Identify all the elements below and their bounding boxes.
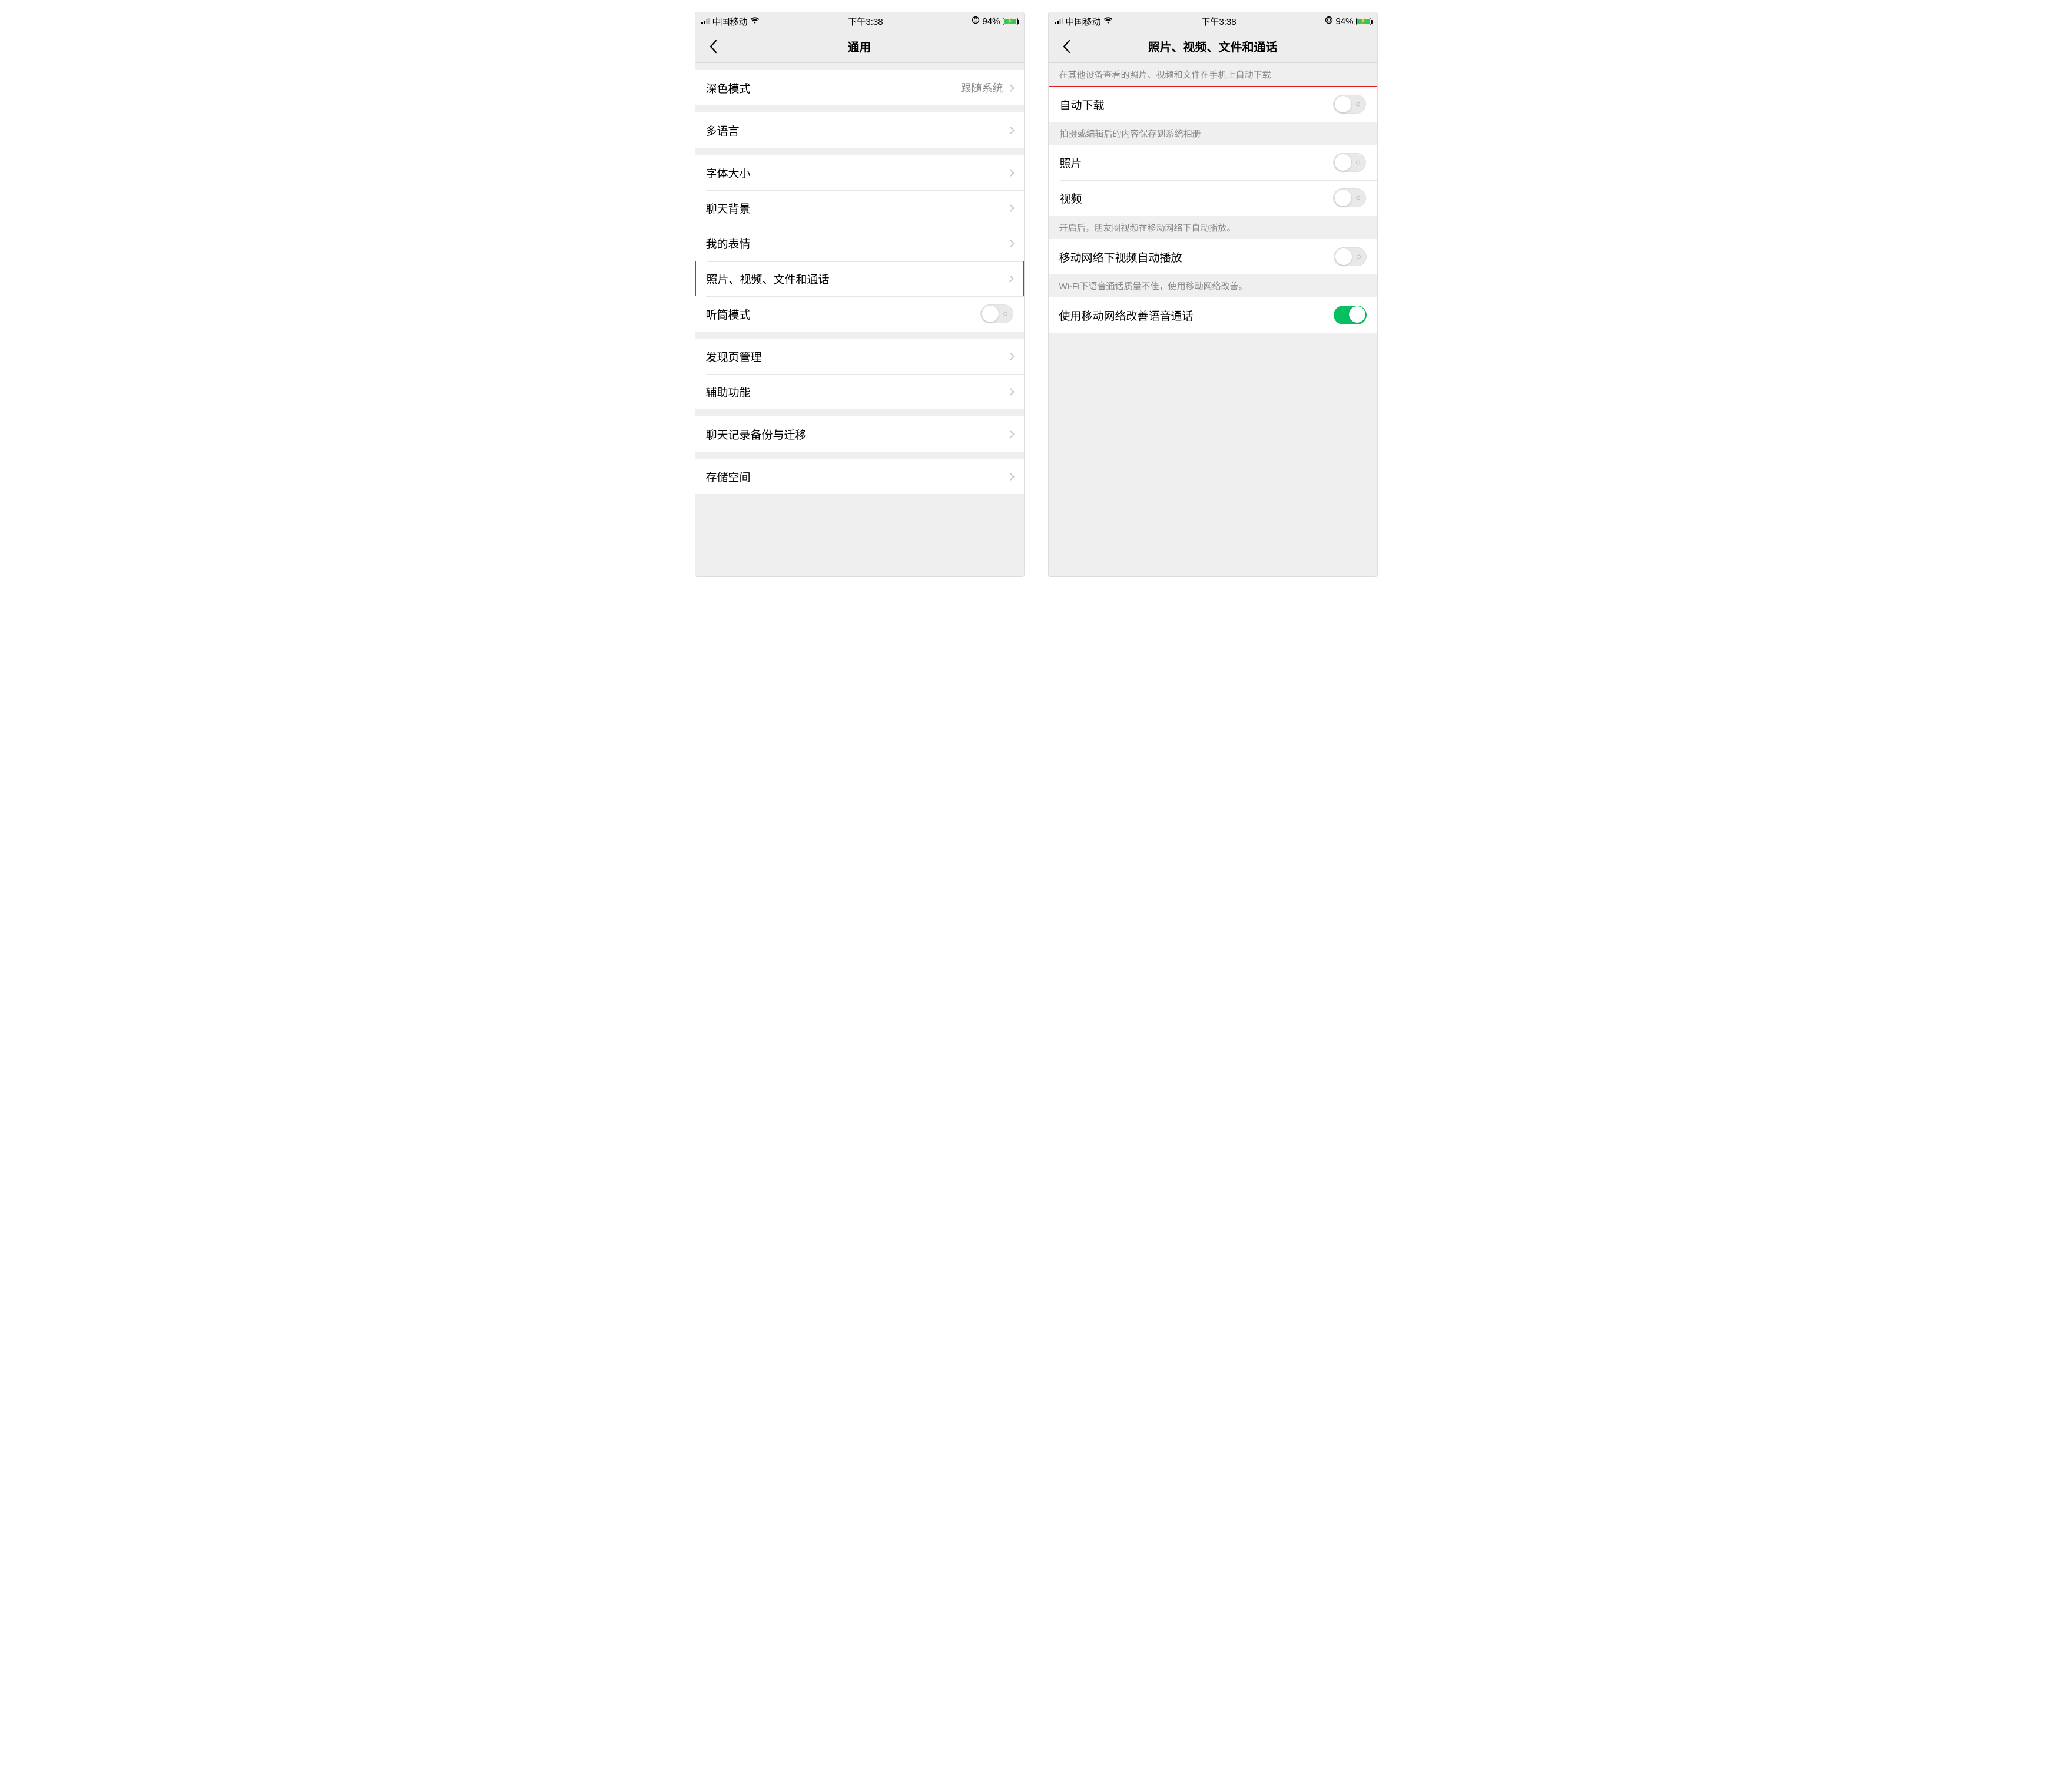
status-left: 中国移动 xyxy=(1055,15,1113,28)
battery-percent: 94% xyxy=(1335,16,1353,26)
section-hint-save-to-album: 拍摄或编辑后的内容保存到系统相册 xyxy=(1049,122,1377,145)
save-videos-toggle[interactable] xyxy=(1333,188,1366,207)
orientation-lock-icon xyxy=(1325,16,1333,26)
wifi-icon xyxy=(1103,16,1113,26)
row-autoplay-cellular[interactable]: 移动网络下视频自动播放 xyxy=(1049,239,1377,274)
row-label: 辅助功能 xyxy=(706,384,751,400)
save-photos-toggle[interactable] xyxy=(1333,153,1366,172)
nav-bar: 通用 xyxy=(695,30,1024,63)
phone-screen-general: 中国移动 下午3:38 94% ⚡ 通用 深色模式 跟随系统 xyxy=(695,12,1025,577)
chevron-right-icon xyxy=(1007,473,1015,481)
battery-icon: ⚡ xyxy=(1356,18,1371,25)
earpiece-toggle[interactable] xyxy=(980,304,1013,323)
row-dark-mode[interactable]: 深色模式 跟随系统 xyxy=(695,70,1024,105)
chevron-right-icon xyxy=(1007,388,1015,396)
phone-screen-media-settings: 中国移动 下午3:38 94% ⚡ 照片、视频、文件和通话 在其他设备查看的照片… xyxy=(1048,12,1378,577)
status-time: 下午3:38 xyxy=(1201,15,1236,28)
signal-icon xyxy=(1055,18,1063,24)
row-label: 视频 xyxy=(1060,190,1082,206)
back-button[interactable] xyxy=(1055,35,1078,58)
highlighted-group: 自动下载 拍摄或编辑后的内容保存到系统相册 照片 视频 xyxy=(1049,86,1377,216)
chevron-right-icon xyxy=(1007,204,1015,212)
status-right: 94% ⚡ xyxy=(1325,16,1371,26)
row-my-stickers[interactable]: 我的表情 xyxy=(695,226,1024,261)
row-save-photos[interactable]: 照片 xyxy=(1049,145,1377,180)
back-button[interactable] xyxy=(701,35,725,58)
row-font-size[interactable]: 字体大小 xyxy=(695,155,1024,190)
signal-icon xyxy=(701,18,710,24)
row-label: 聊天背景 xyxy=(706,200,751,216)
row-label: 使用移动网络改善语音通话 xyxy=(1059,307,1194,323)
improve-voice-toggle[interactable] xyxy=(1334,306,1367,324)
row-label: 字体大小 xyxy=(706,165,751,181)
orientation-lock-icon xyxy=(972,16,980,26)
battery-percent: 94% xyxy=(982,16,1000,26)
row-label: 听筒模式 xyxy=(706,306,751,322)
autoplay-toggle[interactable] xyxy=(1334,247,1367,266)
row-save-videos[interactable]: 视频 xyxy=(1049,180,1377,216)
chevron-right-icon xyxy=(1007,240,1015,247)
section-hint-auto-download: 在其他设备查看的照片、视频和文件在手机上自动下载 xyxy=(1049,63,1377,86)
chevron-right-icon xyxy=(1006,275,1014,283)
section-hint-wifi-voice: Wi-Fi下语音通话质量不佳，使用移动网络改善。 xyxy=(1049,274,1377,297)
row-label: 发现页管理 xyxy=(706,349,762,365)
row-label: 自动下载 xyxy=(1060,97,1105,112)
section-hint-autoplay: 开启后，朋友圈视频在移动网络下自动播放。 xyxy=(1049,216,1377,239)
row-accessibility[interactable]: 辅助功能 xyxy=(695,374,1024,409)
status-time: 下午3:38 xyxy=(848,15,883,28)
carrier-label: 中国移动 xyxy=(712,15,748,28)
chevron-right-icon xyxy=(1007,169,1015,177)
settings-list: 深色模式 跟随系统 多语言 字体大小 聊天背景 我的表情 照片、视频、文件和通话 xyxy=(695,63,1024,576)
row-label: 深色模式 xyxy=(706,80,751,96)
row-storage[interactable]: 存储空间 xyxy=(695,459,1024,494)
row-auto-download[interactable]: 自动下载 xyxy=(1049,87,1377,122)
status-right: 94% ⚡ xyxy=(972,16,1017,26)
status-bar: 中国移动 下午3:38 94% ⚡ xyxy=(1049,12,1377,30)
row-discover-manage[interactable]: 发现页管理 xyxy=(695,339,1024,374)
chevron-right-icon xyxy=(1007,127,1015,134)
battery-icon: ⚡ xyxy=(1003,18,1018,25)
chevron-right-icon xyxy=(1007,84,1015,92)
row-label: 照片 xyxy=(1060,155,1082,171)
status-left: 中国移动 xyxy=(701,15,760,28)
row-earpiece-mode[interactable]: 听筒模式 xyxy=(695,296,1024,332)
status-bar: 中国移动 下午3:38 94% ⚡ xyxy=(695,12,1024,30)
row-label: 多语言 xyxy=(706,122,740,138)
row-label: 照片、视频、文件和通话 xyxy=(707,271,830,287)
row-label: 我的表情 xyxy=(706,236,751,251)
row-improve-voice-cellular[interactable]: 使用移动网络改善语音通话 xyxy=(1049,297,1377,333)
row-chat-background[interactable]: 聊天背景 xyxy=(695,190,1024,226)
carrier-label: 中国移动 xyxy=(1066,15,1101,28)
row-value: 跟随系统 xyxy=(961,80,1003,95)
auto-download-toggle[interactable] xyxy=(1333,95,1366,114)
row-label: 移动网络下视频自动播放 xyxy=(1059,249,1182,265)
row-chat-backup[interactable]: 聊天记录备份与迁移 xyxy=(695,416,1024,452)
row-label: 聊天记录备份与迁移 xyxy=(706,426,807,442)
row-label: 存储空间 xyxy=(706,469,751,485)
settings-list: 在其他设备查看的照片、视频和文件在手机上自动下载 自动下载 拍摄或编辑后的内容保… xyxy=(1049,63,1377,576)
page-title: 照片、视频、文件和通话 xyxy=(1049,38,1377,55)
chevron-right-icon xyxy=(1007,430,1015,438)
chevron-right-icon xyxy=(1007,353,1015,360)
nav-bar: 照片、视频、文件和通话 xyxy=(1049,30,1377,63)
row-photos-videos-files-calls[interactable]: 照片、视频、文件和通话 xyxy=(695,261,1024,296)
wifi-icon xyxy=(750,16,760,26)
row-language[interactable]: 多语言 xyxy=(695,112,1024,148)
page-title: 通用 xyxy=(695,38,1024,55)
